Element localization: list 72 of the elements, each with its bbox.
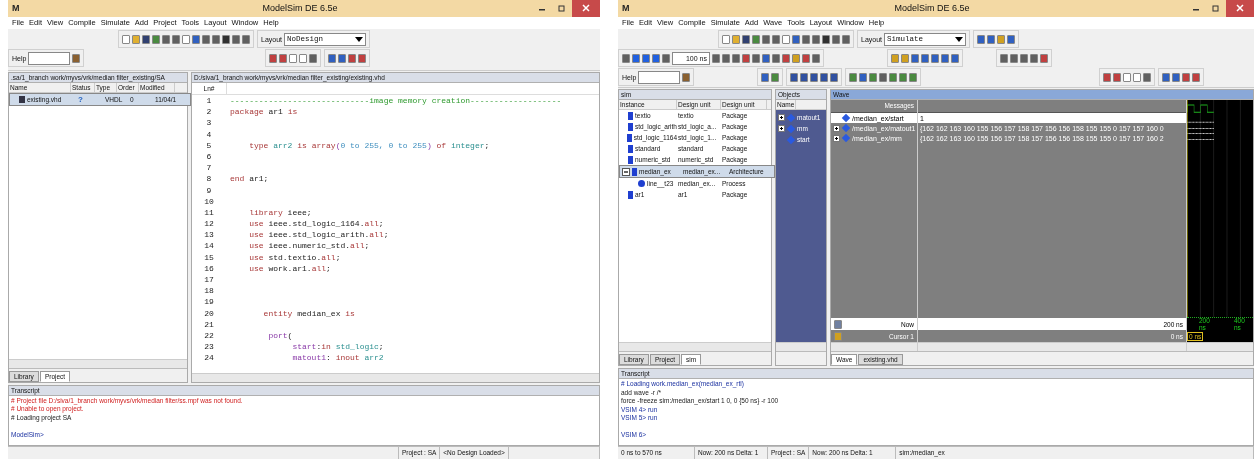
line-number: 2 (205, 107, 213, 117)
line-number: 19 (203, 297, 215, 307)
code-line: type arr2 is array(0 to 255, 0 to 255) of integer; (248, 140, 490, 150)
line-number: 8 (205, 174, 213, 184)
line-number: 11 (203, 207, 215, 217)
line-number: 16 (203, 263, 215, 273)
code-line: library ieee; (248, 207, 312, 217)
line-number: 7 (205, 163, 213, 173)
app-logo: M (11, 3, 21, 14)
code-line: use ieee.numeric_std.all; (248, 241, 370, 251)
caret-icon (355, 36, 364, 42)
line-number: 3 (205, 118, 213, 128)
code-line: use ieee.std_logic_1164.all; (248, 219, 384, 229)
scrollbar[interactable] (9, 358, 187, 368)
file-icon (19, 95, 25, 103)
line-number: 6 (205, 152, 213, 161)
tool-icon[interactable] (622, 53, 630, 63)
code-line: use std.textio.all; (248, 252, 341, 262)
code-line: entity median_ex is (262, 308, 355, 318)
code-line: port( (267, 331, 293, 340)
tab-strip (776, 351, 826, 366)
status-cell-text: ? (77, 94, 84, 104)
close-icon[interactable] (572, 0, 600, 17)
tool-icon[interactable] (834, 319, 842, 329)
package-icon (628, 190, 633, 199)
line-number: 10 (203, 196, 215, 206)
code-line: matout1: inout arr2 (291, 353, 384, 363)
line-number: 24 (203, 353, 215, 363)
collapse-icon[interactable] (622, 167, 630, 176)
line-number: 13 (203, 230, 215, 240)
line-number: 4 (205, 129, 213, 139)
scrollbar[interactable] (619, 342, 771, 352)
tool-icon[interactable] (662, 53, 670, 63)
tool-icon[interactable] (682, 72, 691, 82)
code-line: use ieee.std_logic_arith.all; (248, 230, 389, 240)
expand-icon[interactable] (778, 125, 785, 133)
line-number: 21 (203, 319, 215, 329)
line-number: 9 (205, 185, 213, 195)
line-number: 12 (203, 219, 215, 229)
scrollbar[interactable] (831, 342, 917, 352)
line-number: 14 (203, 241, 215, 251)
caret-icon (955, 36, 964, 42)
process-icon (638, 180, 645, 188)
code-line: start:in std_logic; (291, 342, 384, 352)
line-number: 5 (205, 140, 213, 150)
tool-icon[interactable] (309, 53, 317, 63)
line-number: 22 (203, 331, 215, 340)
code-line: package ar1 is (229, 107, 298, 117)
expand-icon[interactable] (833, 124, 840, 132)
help-field[interactable] (28, 51, 71, 65)
scrollbar[interactable] (776, 342, 826, 352)
line-number: 20 (203, 308, 215, 318)
tool-icon[interactable] (72, 53, 81, 63)
line-number: 1 (205, 96, 213, 106)
code-line: end ar1; (229, 174, 269, 184)
scrollbar[interactable] (918, 342, 1186, 352)
code-line: use work.ar1.all; (248, 263, 331, 273)
app-logo: M (621, 3, 631, 14)
code-line: -----------------------------image memory creation------------------- (229, 96, 562, 106)
expand-icon[interactable] (778, 114, 785, 122)
line-number: 23 (203, 342, 215, 352)
close-icon[interactable] (1226, 0, 1254, 17)
window-title: ModelSim DE 6.5e (261, 3, 339, 14)
window-title: ModelSim DE 6.5e (893, 3, 971, 14)
tool-icon[interactable] (1143, 72, 1151, 82)
line-number: 17 (203, 275, 215, 285)
scrollbar[interactable] (1187, 342, 1253, 352)
help-field[interactable] (638, 70, 681, 84)
scrollbar[interactable] (192, 372, 599, 382)
line-number: 18 (203, 286, 215, 296)
expand-icon[interactable] (833, 134, 840, 142)
line-number: 15 (203, 252, 215, 262)
